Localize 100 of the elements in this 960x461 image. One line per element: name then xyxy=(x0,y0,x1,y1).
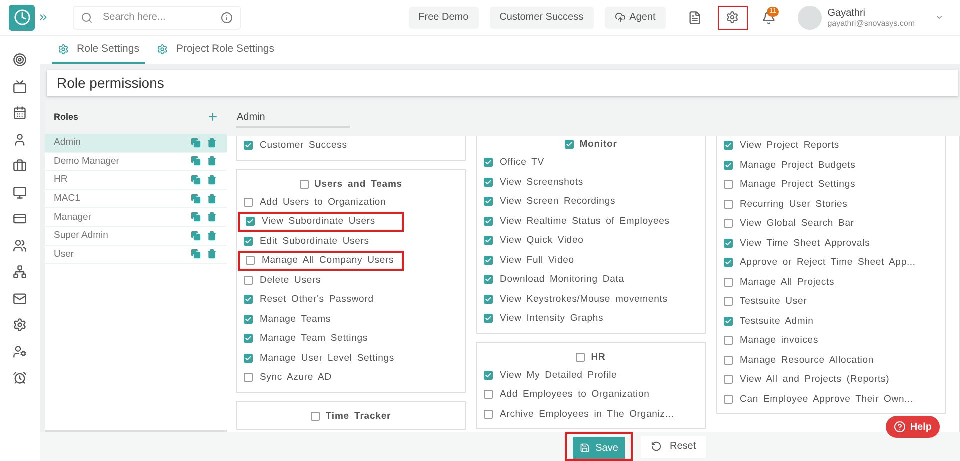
user-icon[interactable] xyxy=(13,132,27,146)
save-button[interactable]: Save xyxy=(573,437,625,459)
checkbox[interactable] xyxy=(244,141,253,150)
checkbox[interactable] xyxy=(724,238,733,248)
team-icon[interactable] xyxy=(13,265,27,279)
tv-icon[interactable] xyxy=(13,80,27,94)
checkbox[interactable] xyxy=(484,158,493,168)
checkbox[interactable] xyxy=(724,278,733,287)
permission-label: Sync Azure AD xyxy=(260,372,332,384)
dropdown-icon[interactable] xyxy=(935,13,944,22)
checkbox[interactable] xyxy=(246,256,255,266)
help-button[interactable]: Help xyxy=(886,416,940,438)
delete-icon[interactable] xyxy=(207,230,217,241)
top-button[interactable]: Customer Success xyxy=(490,6,594,28)
checkbox[interactable] xyxy=(724,141,733,150)
copy-icon[interactable] xyxy=(191,249,201,260)
delete-icon[interactable] xyxy=(207,249,217,260)
checkbox[interactable] xyxy=(724,356,733,365)
permission-label: Add Employees to Organization xyxy=(500,389,650,400)
permission-label: Approve or Reject Time Sheet App... xyxy=(740,257,916,268)
gear-icon xyxy=(157,44,168,54)
calendar-icon[interactable] xyxy=(13,106,27,120)
add-icon[interactable] xyxy=(207,111,219,123)
role-item[interactable]: User xyxy=(45,246,227,264)
tab[interactable]: Project Role Settings xyxy=(151,36,281,64)
briefcase-icon[interactable] xyxy=(13,159,27,173)
checkbox[interactable] xyxy=(244,198,253,207)
checkbox[interactable] xyxy=(724,200,733,209)
monitor-icon[interactable] xyxy=(13,186,27,200)
top-button[interactable]: Agent xyxy=(604,6,666,28)
role-item[interactable]: Admin xyxy=(45,134,227,153)
users-icon[interactable] xyxy=(13,238,27,252)
alarm-clock-icon[interactable] xyxy=(13,371,27,385)
checkbox[interactable] xyxy=(484,197,493,206)
info-icon[interactable] xyxy=(221,12,233,24)
checkbox[interactable] xyxy=(484,314,493,324)
checkbox[interactable] xyxy=(484,370,493,380)
checkbox[interactable] xyxy=(484,275,493,284)
checkbox[interactable] xyxy=(576,352,586,362)
checkbox[interactable] xyxy=(724,180,733,190)
search-icon xyxy=(81,12,93,24)
target-icon[interactable] xyxy=(13,53,27,67)
settings-icon[interactable] xyxy=(13,318,27,332)
permission-label: Manage Teams xyxy=(260,314,331,325)
checkbox[interactable] xyxy=(724,316,733,326)
permission-label: View Subordinate Users xyxy=(262,216,376,228)
mail-icon[interactable] xyxy=(13,292,27,306)
copy-icon[interactable] xyxy=(191,174,201,185)
role-item[interactable]: Demo Manager xyxy=(45,152,227,172)
delete-icon[interactable] xyxy=(207,156,217,166)
permission-label: Manage Project Settings xyxy=(740,179,856,190)
checkbox[interactable] xyxy=(724,258,733,268)
checkbox[interactable] xyxy=(244,373,253,382)
checkbox[interactable] xyxy=(484,294,493,304)
card-icon[interactable] xyxy=(13,212,27,226)
copy-icon[interactable] xyxy=(191,212,201,222)
settings-icon[interactable] xyxy=(718,6,748,30)
role-field[interactable]: Admin xyxy=(236,108,350,128)
checkbox[interactable] xyxy=(310,412,320,420)
checkbox[interactable] xyxy=(246,217,255,226)
user-settings-icon[interactable] xyxy=(13,344,27,358)
checkbox[interactable] xyxy=(724,336,733,346)
permission-label: View Screen Recordings xyxy=(500,196,616,208)
expand-icon[interactable] xyxy=(38,12,49,23)
checkbox[interactable] xyxy=(484,256,493,265)
roles-title: Roles xyxy=(54,112,79,122)
copy-icon[interactable] xyxy=(191,156,201,166)
tab[interactable]: Role Settings xyxy=(52,36,146,64)
checkbox[interactable] xyxy=(244,334,253,344)
delete-icon[interactable] xyxy=(207,174,217,185)
checkbox[interactable] xyxy=(244,236,253,246)
delete-icon[interactable] xyxy=(207,194,217,204)
permission-label: Manage Team Settings xyxy=(260,333,368,344)
search-field[interactable]: Search here... xyxy=(73,6,241,30)
reset-button[interactable]: Reset xyxy=(641,436,706,458)
logo-icon[interactable] xyxy=(9,4,35,30)
copy-icon[interactable] xyxy=(191,138,201,148)
checkbox[interactable] xyxy=(484,236,493,246)
checkbox[interactable] xyxy=(724,394,733,404)
checkbox[interactable] xyxy=(484,390,493,400)
checkbox[interactable] xyxy=(244,354,253,363)
checkbox[interactable] xyxy=(724,375,733,384)
checkbox[interactable] xyxy=(564,140,574,149)
checkbox[interactable] xyxy=(300,180,308,188)
permission-label: View Realtime Status of Employees xyxy=(500,216,670,227)
checkbox[interactable] xyxy=(484,216,493,226)
checkbox[interactable] xyxy=(724,219,733,228)
copy-icon[interactable] xyxy=(191,194,201,204)
top-button[interactable]: Free Demo xyxy=(408,6,479,28)
permission-label: Manage All Company Users xyxy=(262,255,394,266)
copy-icon[interactable] xyxy=(191,230,201,241)
delete-icon[interactable] xyxy=(207,138,217,148)
checkbox[interactable] xyxy=(484,178,493,187)
checkbox[interactable] xyxy=(724,160,733,170)
delete-icon[interactable] xyxy=(207,212,217,222)
checkbox[interactable] xyxy=(484,410,493,419)
checkbox[interactable] xyxy=(724,297,733,306)
checkbox[interactable] xyxy=(244,295,253,304)
checkbox[interactable] xyxy=(244,276,253,285)
checkbox[interactable] xyxy=(244,314,253,324)
